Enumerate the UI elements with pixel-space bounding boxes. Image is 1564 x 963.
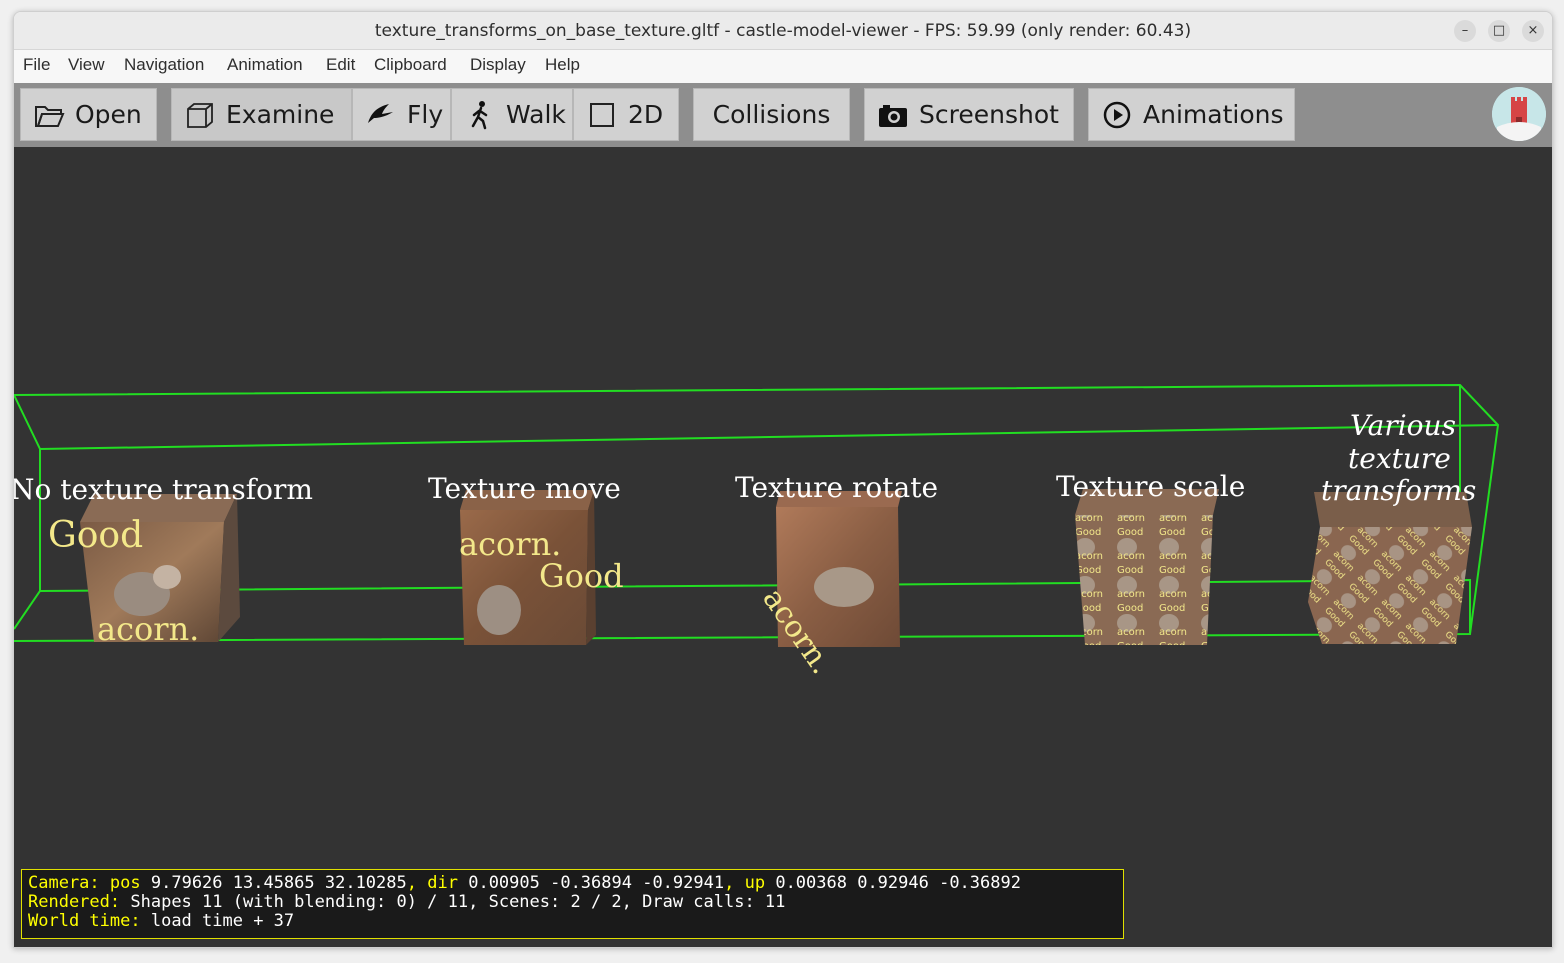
2d-button[interactable]: 2D [573, 88, 679, 141]
menu-display[interactable]: Display [470, 55, 526, 75]
label-various-line2: texture [1348, 442, 1451, 475]
play-circle-icon [1103, 101, 1131, 128]
rendered-value: Shapes 11 (with blending: 0) / 11, Scene… [130, 892, 786, 912]
up-key: up [744, 873, 766, 893]
label-texture-scale: Texture scale [1056, 470, 1246, 503]
status-overlay: Camera: pos 9.79626 13.45865 32.10285, d… [21, 869, 1124, 939]
menu-animation[interactable]: Animation [227, 55, 303, 75]
walking-person-icon [471, 100, 488, 129]
cube-icon [187, 102, 213, 128]
title-bar[interactable]: texture_transforms_on_base_texture.gltf … [14, 12, 1552, 50]
rendered-key: Rendered: [28, 892, 121, 912]
menu-file[interactable]: File [23, 55, 50, 75]
examine-button[interactable]: Examine [171, 88, 352, 141]
minimize-button[interactable]: – [1454, 20, 1476, 42]
up-value: 0.00368 0.92946 -0.36892 [775, 873, 1021, 893]
examine-label: Examine [226, 100, 335, 129]
label-texture-move: Texture move [428, 472, 621, 505]
app-window: texture_transforms_on_base_texture.gltf … [13, 11, 1553, 948]
walk-button[interactable]: Walk [451, 88, 573, 141]
pos-key: pos [109, 873, 141, 893]
3d-viewport[interactable]: Good acorn. acorn. Good acorn. No textur… [14, 147, 1552, 947]
menu-edit[interactable]: Edit [326, 55, 355, 75]
fly-label: Fly [407, 100, 444, 129]
camera-key: Camera: [28, 873, 100, 893]
menu-clipboard[interactable]: Clipboard [374, 55, 447, 75]
status-rendered-line: Rendered: Shapes 11 (with blending: 0) /… [28, 893, 1123, 912]
label-various-line1: Various [1350, 409, 1456, 442]
open-label: Open [75, 100, 142, 129]
dir-key: dir [427, 873, 458, 893]
cube1-text-acorn: acorn. [97, 610, 200, 648]
toolbar: Open Examine Fly Walk 2D Collisions Scre… [14, 83, 1552, 147]
menu-view[interactable]: View [68, 55, 105, 75]
square-icon [590, 102, 614, 127]
menu-navigation[interactable]: Navigation [124, 55, 204, 75]
cube-texture-scale: Good acorn [1075, 489, 1219, 645]
window-title: texture_transforms_on_base_texture.gltf … [374, 21, 1192, 41]
fly-button[interactable]: Fly [352, 88, 451, 141]
animations-label: Animations [1143, 100, 1284, 129]
walk-label: Walk [506, 100, 566, 129]
label-no-texture-transform: No texture transform [14, 473, 313, 506]
close-button[interactable]: × [1522, 20, 1544, 42]
2d-label: 2D [628, 100, 664, 129]
bird-icon [368, 103, 393, 123]
open-button[interactable]: Open [20, 88, 157, 141]
animations-button[interactable]: Animations [1088, 88, 1295, 141]
status-camera-line: Camera: pos 9.79626 13.45865 32.10285, d… [28, 873, 1021, 893]
status-world-time-line: World time: load time + 37 [28, 912, 1123, 931]
camera-icon [879, 104, 907, 127]
maximize-button[interactable]: □ [1488, 20, 1510, 42]
screenshot-label: Screenshot [919, 100, 1059, 129]
screenshot-button[interactable]: Screenshot [864, 88, 1074, 141]
cube2-text-good: Good [539, 557, 624, 595]
collisions-toggle[interactable]: Collisions [693, 88, 850, 141]
menu-bar: File View Navigation Animation Edit Clip… [14, 50, 1552, 82]
folder-icon [35, 105, 65, 127]
collisions-label: Collisions [712, 100, 831, 129]
dir-value: 0.00905 -0.36894 -0.92941 [468, 873, 725, 893]
world-time-key: World time: [28, 911, 141, 931]
world-time-value: load time + 37 [150, 911, 295, 931]
menu-help[interactable]: Help [545, 55, 580, 75]
cube1-text-good: Good [48, 515, 144, 556]
castle-logo-icon[interactable] [1492, 87, 1546, 141]
label-various-line3: transforms [1321, 474, 1477, 507]
pos-value: 9.79626 13.45865 32.10285 [150, 873, 407, 893]
label-texture-rotate: Texture rotate [735, 471, 939, 504]
